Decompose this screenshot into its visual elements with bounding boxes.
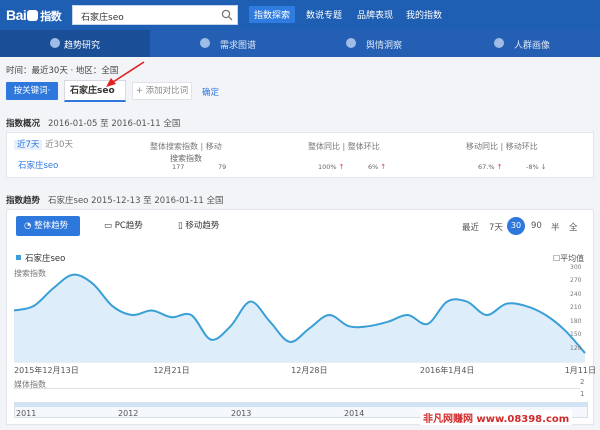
- head-search: 整体搜索指数 | 移动: [150, 142, 222, 151]
- x-tick-label: 2015年12月13日: [14, 366, 79, 375]
- mobile-trend-label: 移动趋势: [185, 221, 220, 231]
- value-mom: 6% ↑: [368, 163, 386, 171]
- pie-icon: ◔: [24, 221, 32, 231]
- value-mobile: 79: [218, 163, 227, 171]
- x-tick-label: 12月28日: [291, 366, 328, 375]
- trend-panel: [6, 209, 594, 425]
- media-tick-2: 2: [580, 378, 585, 386]
- monitor-icon: ▭: [104, 221, 113, 231]
- mobile-yoy-text: 67.%: [478, 163, 495, 171]
- nav-my-index[interactable]: 我的指数: [406, 8, 442, 21]
- red-arrow-annotation: [106, 61, 145, 87]
- overview-range: 2016-01-05 至 2016-01-11 全国: [48, 119, 181, 129]
- nav-brand[interactable]: 品牌表现: [357, 8, 393, 21]
- demand-icon: [200, 38, 210, 48]
- year-2013: 2013: [231, 409, 252, 418]
- tab-mobile-trend[interactable]: ▯ 移动趋势: [178, 219, 219, 231]
- search-input[interactable]: 石家庄seo: [72, 5, 238, 25]
- legend-label: 石家庄seo: [25, 254, 66, 264]
- range-7-days[interactable]: 7天: [489, 221, 503, 233]
- search-icon[interactable]: [221, 9, 233, 21]
- range-label: 最近: [462, 223, 480, 233]
- tab-trend[interactable]: 趋势研究: [64, 38, 100, 51]
- y-tick-label: 180: [570, 317, 582, 325]
- overview-heading: 指数概况 2016-01-05 至 2016-01-11 全国: [6, 117, 180, 129]
- trend-title: 指数趋势: [6, 196, 41, 206]
- average-toggle[interactable]: ☐平均值: [553, 253, 584, 264]
- value-mobile-yoy: 67.% ↑: [478, 163, 502, 171]
- up-arrow-icon: ↑: [380, 163, 387, 171]
- head-mobile: 移动同比 | 移动环比: [466, 142, 538, 151]
- tab-7-days[interactable]: 近7天: [14, 140, 43, 150]
- trend-range: 石家庄seo 2015-12-13 至 2016-01-11 全国: [48, 196, 224, 206]
- by-keyword-button[interactable]: 按关键词·: [6, 82, 58, 100]
- year-2014: 2014: [344, 409, 365, 418]
- sub-nav: 趋势研究 需求图谱 舆情洞察 人群画像: [0, 30, 600, 57]
- up-arrow-icon: ↑: [496, 163, 503, 171]
- confirm-link[interactable]: 确定: [202, 86, 219, 98]
- x-tick-label: 12月21日: [153, 366, 190, 375]
- value-yoy: 100% ↑: [318, 163, 345, 171]
- y-tick-label: 270: [570, 277, 582, 285]
- tab-30-days[interactable]: 近30天: [45, 140, 73, 150]
- navigator-highlight: [14, 403, 588, 407]
- overall-trend-label: 整体趋势: [34, 221, 69, 231]
- mobile-mom-text: -8%: [526, 163, 539, 171]
- overview-panel: [6, 132, 594, 178]
- year-2012: 2012: [118, 409, 139, 418]
- value-total: 177: [172, 163, 185, 171]
- logo-sub: 指数: [40, 11, 62, 23]
- search-value: 石家庄seo: [81, 13, 124, 23]
- y-tick-label: 210: [570, 304, 582, 312]
- range-30-days[interactable]: 30: [507, 217, 525, 235]
- y-tick-label: 300: [570, 264, 582, 271]
- logo-text: Bai: [6, 7, 27, 23]
- tab-overall-trend[interactable]: ◔ 整体趋势: [16, 216, 80, 236]
- down-arrow-icon: ↓: [540, 163, 547, 171]
- x-tick-label: 2016年1月4日: [419, 366, 475, 375]
- range-all[interactable]: 全: [569, 221, 578, 233]
- y-axis-label: 搜索指数: [14, 269, 46, 278]
- trend-icon: [50, 38, 60, 48]
- range-90-days[interactable]: 90: [531, 221, 542, 231]
- overview-title: 指数概况: [6, 119, 41, 129]
- value-mobile-mom: -8% ↓: [526, 163, 547, 171]
- year-2011: 2011: [16, 409, 37, 418]
- range-half-year[interactable]: 半: [551, 221, 560, 233]
- mom-text: 6%: [368, 163, 379, 171]
- chart-legend[interactable]: 石家庄seo: [16, 252, 65, 264]
- nav-explore[interactable]: 指数探索: [249, 6, 296, 23]
- y-tick-label: 150: [570, 331, 582, 339]
- people-icon: [494, 38, 504, 48]
- phone-icon: ▯: [178, 221, 183, 231]
- y-tick-label: 240: [570, 290, 582, 298]
- tab-persona[interactable]: 人群画像: [514, 38, 550, 51]
- media-baseline: [14, 388, 580, 391]
- up-arrow-icon: ↑: [338, 163, 345, 171]
- pc-trend-label: PC趋势: [114, 221, 143, 231]
- overview-tabs: 近7天 近30天: [14, 138, 73, 150]
- head-yoy: 整体同比 | 整体环比: [308, 142, 380, 151]
- y-tick-label: 120: [570, 344, 582, 352]
- baidu-logo[interactable]: Bai 指数: [6, 7, 62, 24]
- trend-heading: 指数趋势 石家庄seo 2015-12-13 至 2016-01-11 全国: [6, 194, 223, 206]
- x-tick-label: 1月11日: [564, 366, 596, 375]
- tab-sentiment[interactable]: 舆情洞察: [366, 38, 402, 51]
- nav-topics[interactable]: 数说专题: [306, 8, 342, 21]
- average-label: 平均值: [560, 254, 585, 263]
- tab-pc-trend[interactable]: ▭ PC趋势: [104, 219, 143, 231]
- watermark-text: 非凡网赚网 www.08398.com: [420, 410, 573, 425]
- top-bar: Bai 指数 石家庄seo 指数探索 数说专题 品牌表现 我的指数: [0, 0, 600, 30]
- sentiment-icon: [346, 38, 356, 48]
- paw-icon: [27, 10, 39, 21]
- legend-swatch: [16, 255, 21, 260]
- media-tick-1: 1: [580, 390, 585, 398]
- overview-keyword-link[interactable]: 石家庄seo: [18, 159, 58, 171]
- yoy-text: 100%: [318, 163, 337, 171]
- tab-demand[interactable]: 需求图谱: [220, 38, 256, 51]
